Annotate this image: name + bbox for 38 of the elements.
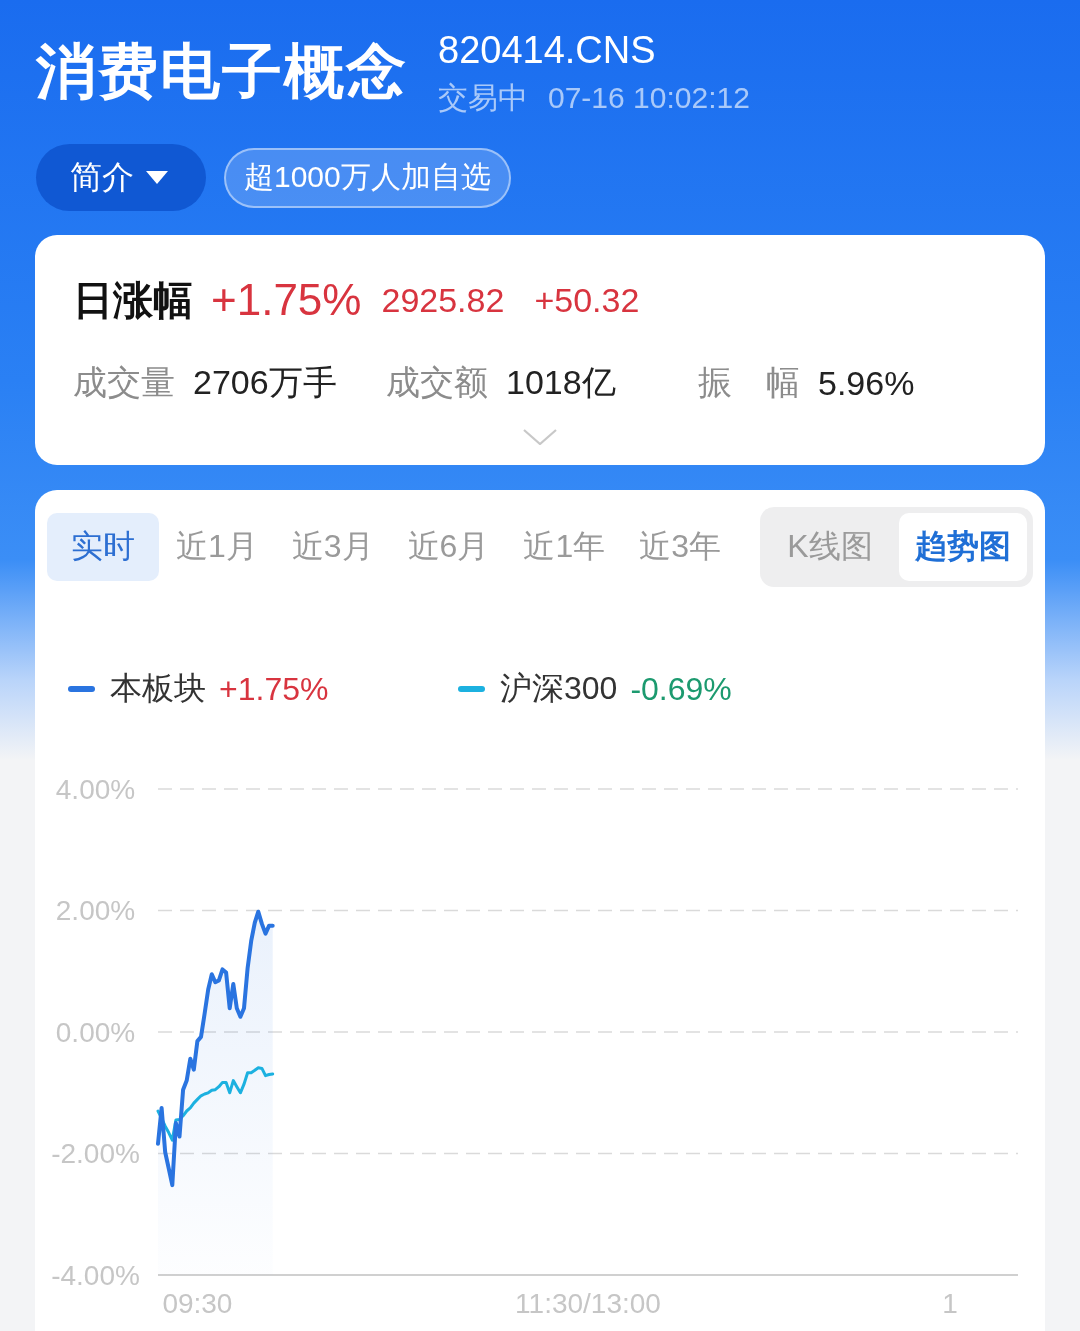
watchlist-badge: 超1000万人加自选 <box>224 147 511 208</box>
range-tab[interactable]: 近1年 <box>506 513 623 581</box>
change-percent: +1.75% <box>211 275 362 325</box>
axis-label: 1 <box>942 1287 958 1319</box>
range-tab[interactable]: 近3年 <box>622 513 738 581</box>
legend-label: 本板块 <box>110 669 206 708</box>
axis-label: 4.00% <box>55 773 136 805</box>
range-tab[interactable]: 近1月 <box>159 513 275 581</box>
stat-value: 1018亿 <box>506 362 616 403</box>
axis-label: 11:30/13:00 <box>515 1287 661 1319</box>
stat-label: 成交量 <box>73 362 175 403</box>
quote-label: 日涨幅 <box>73 276 193 324</box>
legend-change: -0.69% <box>630 670 732 708</box>
range-tab[interactable]: 实时 <box>47 513 159 581</box>
view-tab[interactable]: 趋势图 <box>899 513 1027 581</box>
range-tab[interactable]: 近3月 <box>274 513 391 581</box>
axis-label: 0.00% <box>55 1016 136 1048</box>
trading-status: 交易中 <box>438 80 528 116</box>
axis-label: -4.00% <box>51 1259 140 1291</box>
chevron-down-icon[interactable] <box>523 429 557 445</box>
caret-icon <box>146 171 168 184</box>
price-value: 2925.82 <box>381 280 505 320</box>
stat-value: 2706万手 <box>193 362 337 403</box>
intro-button[interactable]: 简介 <box>36 144 206 211</box>
stat-value: 5.96% <box>818 363 915 403</box>
view-tab[interactable]: K线图 <box>766 513 894 581</box>
legend-label: 沪深300 <box>500 669 618 708</box>
axis-label: 2.00% <box>55 895 136 927</box>
timestamp: 07-16 10:02:12 <box>548 80 750 116</box>
page-title: 消费电子概念 <box>36 37 408 107</box>
stat-label: 振 幅 <box>698 362 800 403</box>
axis-label: 09:30 <box>162 1287 233 1319</box>
change-value: +50.32 <box>534 280 640 320</box>
axis-label: -2.00% <box>51 1138 140 1170</box>
stat-label: 成交额 <box>386 362 488 403</box>
legend-change: +1.75% <box>219 670 329 708</box>
range-tab[interactable]: 近6月 <box>390 513 507 581</box>
index-code: 820414.CNS <box>438 28 657 72</box>
